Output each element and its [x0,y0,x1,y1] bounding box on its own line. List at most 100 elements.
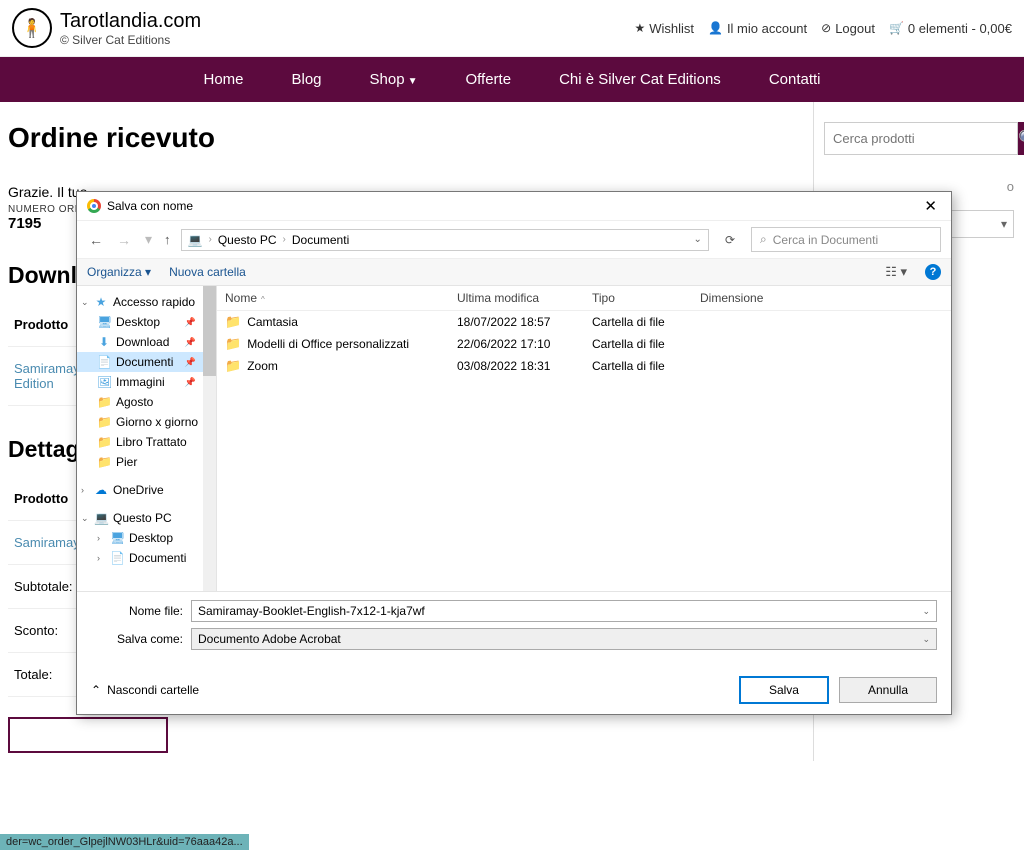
nav-blog[interactable]: Blog [292,71,322,88]
file-row[interactable]: 📁Zoom 03/08/2022 18:31 Cartella di file [217,355,951,377]
star-icon: ★ [94,295,108,309]
tree-pc-documents[interactable]: ›📄Documenti [77,548,216,568]
folder-icon: 📁 [225,336,241,351]
download-link[interactable]: SamiramayEdition [14,361,80,391]
col-name[interactable]: Nome^ [225,291,457,305]
action-button[interactable] [8,717,168,753]
dialog-search[interactable]: ⌕Cerca in Documenti [751,227,941,252]
save-button[interactable]: Salva [739,676,829,704]
pin-icon: 📌 [185,357,196,368]
chevron-right-icon: › [208,234,211,245]
file-row[interactable]: 📁Modelli di Office personalizzati 22/06/… [217,333,951,355]
wishlist-link[interactable]: ★Wishlist [634,21,694,36]
saveas-select[interactable]: Documento Adobe Acrobat⌄ [191,628,937,650]
site-name: Tarotlandia.com [60,10,201,33]
tree-libro[interactable]: 📁Libro Trattato [77,432,216,452]
recent-dropdown[interactable]: ▾ [143,231,154,248]
dialog-titlebar: Salva con nome ✕ [77,192,951,221]
logout-link[interactable]: ⊘Logout [821,21,875,36]
folder-icon: 📁 [97,435,111,449]
logout-icon: ⊘ [821,21,831,35]
nav-contact[interactable]: Contatti [769,71,821,88]
breadcrumb-folder[interactable]: Documenti [292,233,349,247]
close-button[interactable]: ✕ [920,197,941,215]
cancel-button[interactable]: Annulla [839,677,937,703]
breadcrumb[interactable]: 💻 › Questo PC › Documenti ⌄ [181,229,709,251]
user-icon: 👤 [708,21,723,35]
desktop-icon: 🖥 [110,531,124,545]
chevron-down-icon: ▾ [145,265,151,279]
search-icon: ⌕ [760,232,767,247]
col-modified[interactable]: Ultima modifica [457,291,592,305]
dialog-nav: ← → ▾ ↑ 💻 › Questo PC › Documenti ⌄ ⟳ ⌕C… [77,221,951,259]
chevron-down-icon: ⌄ [922,606,930,617]
col-size[interactable]: Dimensione [700,291,780,305]
back-button[interactable]: ← [87,232,105,248]
nav-shop[interactable]: Shop▼ [370,71,418,88]
nav-offers[interactable]: Offerte [465,71,511,88]
tree-giorno[interactable]: 📁Giorno x giorno [77,412,216,432]
file-row[interactable]: 📁Camtasia 18/07/2022 18:57 Cartella di f… [217,311,951,333]
folder-icon: 📁 [97,415,111,429]
nav-home[interactable]: Home [203,71,243,88]
product-link[interactable]: Samiramay [14,535,80,550]
dialog-title: Salva con nome [107,199,920,213]
breadcrumb-dropdown[interactable]: ⌄ [694,234,702,245]
tree-thispc[interactable]: ⌄💻Questo PC [77,508,216,528]
document-icon: 📄 [110,551,124,565]
image-icon: 🖼 [97,375,111,389]
tree-quick-access[interactable]: ⌄★Accesso rapido [77,292,216,312]
chrome-icon [87,199,101,213]
tree-scrollbar[interactable] [203,286,216,591]
tree-pier[interactable]: 📁Pier [77,452,216,472]
header-links: ★Wishlist 👤Il mio account ⊘Logout 🛒0 ele… [634,21,1012,36]
sort-indicator: ^ [261,295,265,304]
filename-label: Nome file: [91,604,191,618]
up-button[interactable]: ↑ [164,232,171,247]
new-folder-button[interactable]: Nuova cartella [169,265,246,279]
tree-images[interactable]: 🖼Immagini📌 [77,372,216,392]
chevron-right-icon: › [283,234,286,245]
refresh-button[interactable]: ⟳ [719,230,741,250]
organize-menu[interactable]: Organizza ▾ [87,265,151,279]
pin-icon: 📌 [185,337,196,348]
breadcrumb-pc[interactable]: Questo PC [218,233,277,247]
folder-icon: 📁 [225,358,241,373]
chevron-right-icon: › [97,553,105,563]
dialog-toolbar: Organizza ▾ Nuova cartella ☷ ▾ ? [77,259,951,286]
cart-link[interactable]: 🛒0 elementi - 0,00€ [889,21,1012,36]
tree-download[interactable]: ⬇Download📌 [77,332,216,352]
pc-icon: 💻 [188,233,203,247]
saveas-label: Salva come: [91,632,191,646]
tree-pc-desktop[interactable]: ›🖥Desktop [77,528,216,548]
tree-desktop[interactable]: 🖥Desktop📌 [77,312,216,332]
pc-icon: 💻 [94,511,108,525]
col-type[interactable]: Tipo [592,291,700,305]
chevron-down-icon: ▼ [408,76,418,87]
tree-onedrive[interactable]: ›☁OneDrive [77,480,216,500]
hide-folders-toggle[interactable]: ⌃Nascondi cartelle [91,683,199,697]
status-bar: der=wc_order_GlpejlNW03HLr&uid=76aaa42a.… [0,834,249,850]
filename-input[interactable]: Samiramay-Booklet-English-7x12-1-kja7wf⌄ [191,600,937,622]
chevron-up-icon: ⌃ [91,683,101,697]
search-button[interactable]: 🔍 [1018,122,1024,155]
star-icon: ★ [634,21,645,35]
nav-about[interactable]: Chi è Silver Cat Editions [559,71,721,88]
forward-button[interactable]: → [115,232,133,248]
page-title: Ordine ricevuto [8,122,805,154]
cloud-icon: ☁ [94,483,108,497]
dialog-bottom: Nome file: Samiramay-Booklet-English-7x1… [77,591,951,666]
account-link[interactable]: 👤Il mio account [708,21,807,36]
pin-icon: 📌 [185,317,196,328]
tree-documents[interactable]: 📄Documenti📌 [77,352,216,372]
search-input[interactable] [824,122,1018,155]
document-icon: 📄 [97,355,111,369]
file-list-area: Nome^ Ultima modifica Tipo Dimensione 📁C… [217,286,951,591]
folder-tree: ⌄★Accesso rapido 🖥Desktop📌 ⬇Download📌 📄D… [77,286,217,591]
file-list-header: Nome^ Ultima modifica Tipo Dimensione [217,286,951,311]
help-icon[interactable]: ? [925,264,941,280]
view-options[interactable]: ☷ ▾ [885,264,907,280]
logo-area[interactable]: 🧍 Tarotlandia.com © Silver Cat Editions [12,8,201,48]
site-subtitle: © Silver Cat Editions [60,33,201,47]
tree-agosto[interactable]: 📁Agosto [77,392,216,412]
